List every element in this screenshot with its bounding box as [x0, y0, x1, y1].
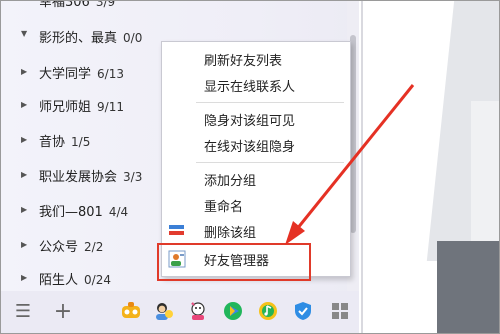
annotation-arrow-icon [285, 84, 415, 245]
screenshot-frame: 幸福306 3/9 ▼ 影形的、最真 0/0 ▶ 大学同学 6/13 ▶ 师兄师姐 9/… [0, 0, 500, 334]
